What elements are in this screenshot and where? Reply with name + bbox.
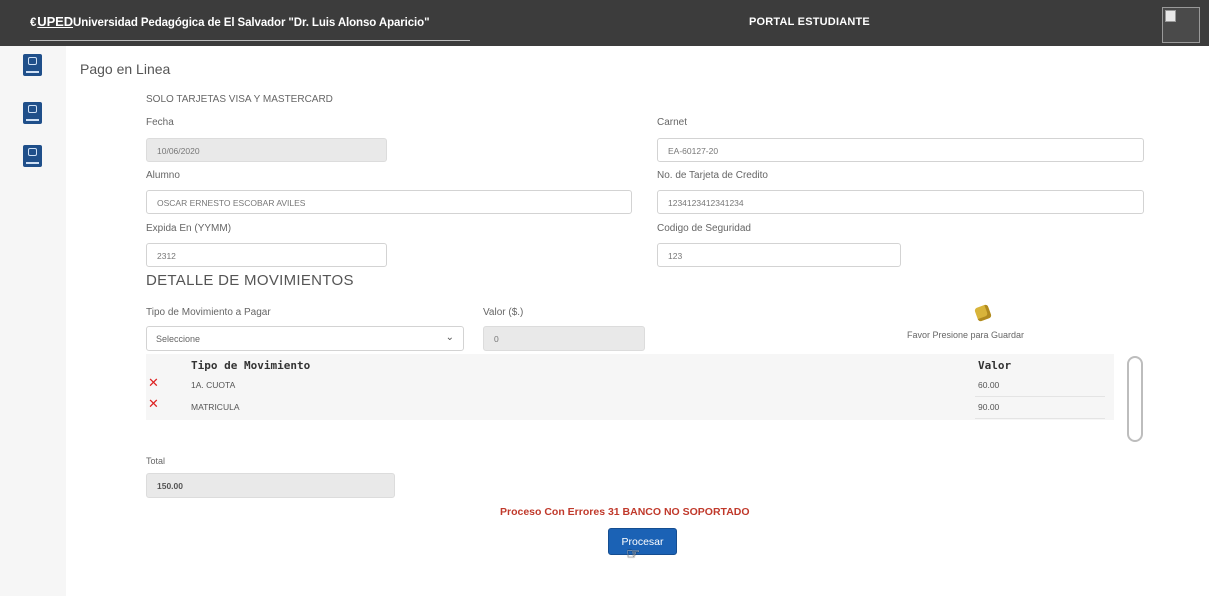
brand-divider [30, 40, 470, 41]
row-divider [975, 418, 1105, 419]
user-avatar-icon[interactable] [1162, 7, 1200, 43]
chevron-down-icon: ⌄ [445, 332, 454, 343]
brand: €UPEDUniversidad Pedagógica de El Salvad… [30, 14, 430, 29]
carnet-field[interactable]: EA-60127-20 [657, 138, 1144, 162]
codigo-field[interactable]: 123 [657, 243, 901, 267]
alumno-label: Alumno [146, 170, 180, 181]
error-message: Proceso Con Errores 31 BANCO NO SOPORTAD… [500, 506, 750, 518]
university-name: Universidad Pedagógica de El Salvador "D… [73, 17, 430, 29]
table-scrollbar[interactable] [1127, 356, 1143, 442]
codigo-label: Codigo de Seguridad [657, 223, 751, 234]
fecha-field[interactable]: 10/06/2020 [146, 138, 387, 162]
delete-x-icon[interactable]: ✕ [148, 375, 159, 391]
sidebar [0, 46, 66, 596]
fecha-label: Fecha [146, 117, 174, 128]
carnet-label: Carnet [657, 117, 688, 128]
sidebar-payment-icon[interactable] [23, 102, 42, 124]
sidebar-edit-icon[interactable] [23, 54, 42, 76]
tipo-movimiento-selected: Seleccione [156, 334, 201, 344]
col-header-valor: Valor [978, 359, 1012, 372]
tarjeta-field[interactable]: 1234123412341234 [657, 190, 1144, 214]
tipo-movimiento-label: Tipo de Movimiento a Pagar [146, 307, 271, 318]
total-label: Total [146, 456, 166, 466]
expira-label: Expida En (YYMM) [146, 223, 232, 234]
row-valor: 90.00 [978, 402, 1000, 412]
page-title: Pago en Linea [80, 61, 171, 77]
tarjeta-label: No. de Tarjeta de Credito [657, 170, 768, 181]
valor-field[interactable]: 0 [483, 326, 645, 351]
total-field[interactable]: 150.00 [146, 473, 395, 498]
col-header-tipo: Tipo de Movimiento [191, 359, 311, 372]
logo-text[interactable]: UPED [37, 14, 73, 29]
logo-icon: € [30, 17, 37, 29]
valor-label: Valor ($.) [483, 307, 524, 318]
row-valor: 60.00 [978, 380, 1000, 390]
save-hint: Favor Presione para Guardar [907, 330, 1025, 340]
row-tipo: MATRICULA [191, 402, 240, 412]
card-types-note: SOLO TARJETAS VISA Y MASTERCARD [146, 94, 333, 105]
row-tipo: 1A. CUOTA [191, 380, 236, 390]
top-bar: €UPEDUniversidad Pedagógica de El Salvad… [0, 0, 1209, 46]
alumno-field[interactable]: OSCAR ERNESTO ESCOBAR AVILES [146, 190, 632, 214]
save-icon[interactable] [974, 304, 992, 322]
hand-cursor-icon: ☞ [626, 546, 641, 563]
expira-field[interactable]: 2312 [146, 243, 387, 267]
detalle-title: DETALLE DE MOVIMIENTOS [146, 272, 354, 289]
portal-title: PORTAL ESTUDIANTE [749, 16, 870, 28]
row-divider [975, 396, 1105, 397]
procesar-button[interactable]: Procesar [608, 528, 677, 555]
sidebar-print-icon[interactable] [23, 145, 42, 167]
delete-x-icon[interactable]: ✕ [148, 396, 159, 412]
tipo-movimiento-select[interactable]: Seleccione ⌄ [146, 326, 464, 351]
